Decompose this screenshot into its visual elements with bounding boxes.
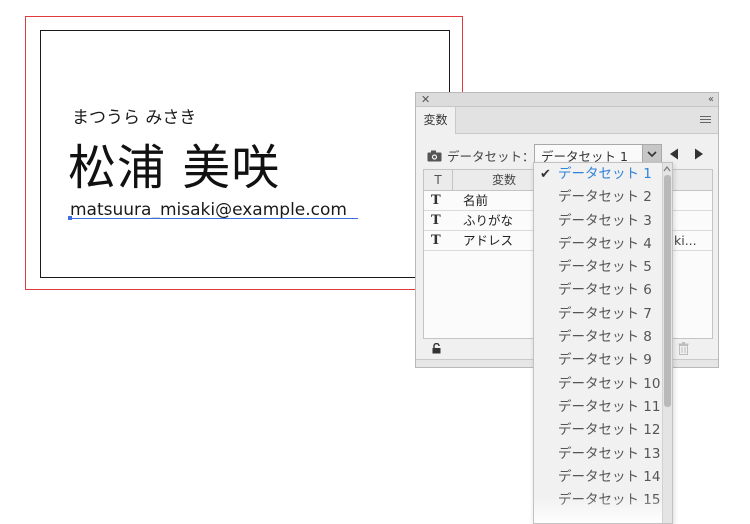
dataset-option[interactable]: データセット 8 [534, 326, 662, 349]
text-anchor-point[interactable] [68, 216, 72, 220]
dataset-option-label: データセット 9 [558, 352, 652, 369]
text-variable-icon: T [431, 193, 441, 208]
text-selection-baseline [70, 218, 358, 219]
dataset-option[interactable]: データセット 2 [534, 186, 662, 209]
dataset-option[interactable]: データセット 13 [534, 443, 662, 466]
dataset-option-label: データセット 2 [558, 189, 652, 206]
dataset-option[interactable]: データセット 5 [534, 256, 662, 279]
dataset-option[interactable]: データセット 9 [534, 349, 662, 372]
dataset-option[interactable]: データセット 10 [534, 373, 662, 396]
panel-menu-icon[interactable] [700, 116, 711, 125]
dataset-option-label: データセット 3 [558, 212, 652, 229]
dataset-option[interactable]: データセット 11 [534, 396, 662, 419]
panel-titlebar[interactable]: ✕ ‹‹ [416, 93, 718, 107]
dataset-option[interactable]: データセット 6 [534, 279, 662, 302]
dataset-option-label: データセット 1 [558, 166, 652, 182]
checkmark-icon: ✔ [540, 167, 551, 182]
list-fade [534, 497, 662, 523]
variable-name: アドレス [463, 233, 514, 248]
chevron-down-icon[interactable] [642, 145, 661, 162]
furigana-text[interactable]: まつうら みさき [72, 103, 196, 128]
panel-tab-row: 変数 [416, 107, 718, 134]
dataset-option-label: データセット 12 [558, 422, 661, 439]
dataset-option-label: データセット 11 [558, 398, 661, 415]
dataset-option-label: データセット 10 [558, 375, 661, 392]
text-variable-icon: T [431, 213, 441, 228]
dataset-label: データセット： [447, 149, 535, 164]
text-variable-icon: T [431, 233, 441, 248]
previous-dataset-icon[interactable] [669, 148, 679, 160]
name-text[interactable]: 松浦 美咲 [68, 128, 280, 198]
camera-icon[interactable] [427, 150, 442, 162]
dropdown-scrollbar[interactable] [662, 163, 672, 523]
dataset-option-label: データセット 7 [558, 305, 652, 322]
trash-icon[interactable] [678, 342, 689, 355]
variable-name: ふりがな [463, 213, 514, 228]
lock-icon[interactable] [432, 343, 441, 354]
dataset-option-label: データセット 8 [558, 329, 652, 346]
scrollbar-thumb[interactable] [664, 175, 671, 407]
dataset-option-label: データセット 5 [558, 259, 652, 276]
dataset-option-label: データセット 13 [558, 445, 661, 462]
dataset-option-label: データセット 14 [558, 468, 661, 485]
dataset-option[interactable]: データセット 7 [534, 303, 662, 326]
dataset-option[interactable]: データセット 3 [534, 210, 662, 233]
variable-value: ki... [674, 233, 697, 248]
dataset-option[interactable]: データセット 12 [534, 419, 662, 442]
scroll-up-icon[interactable] [663, 165, 671, 173]
dataset-option[interactable]: データセット 14 [534, 466, 662, 489]
dataset-option-label: データセット 4 [558, 235, 652, 252]
dataset-select[interactable]: データセット 1 [534, 144, 662, 164]
email-text[interactable]: matsuura_misaki@example.com [70, 200, 347, 220]
dataset-option[interactable]: データセット 4 [534, 233, 662, 256]
variable-name: 名前 [463, 193, 489, 208]
next-dataset-icon[interactable] [694, 148, 704, 160]
close-icon[interactable]: ✕ [421, 93, 430, 107]
collapse-icon[interactable]: ‹‹ [708, 93, 714, 107]
dataset-option[interactable]: ✔ データセット 1 [534, 163, 662, 186]
dataset-dropdown-list[interactable]: ✔ データセット 1 データセット 2 データセット 3 データセット 4 デー… [533, 162, 673, 524]
dataset-option-label: データセット 6 [558, 282, 652, 299]
column-header-type[interactable]: T [424, 170, 453, 190]
tab-variables[interactable]: 変数 [416, 107, 456, 134]
